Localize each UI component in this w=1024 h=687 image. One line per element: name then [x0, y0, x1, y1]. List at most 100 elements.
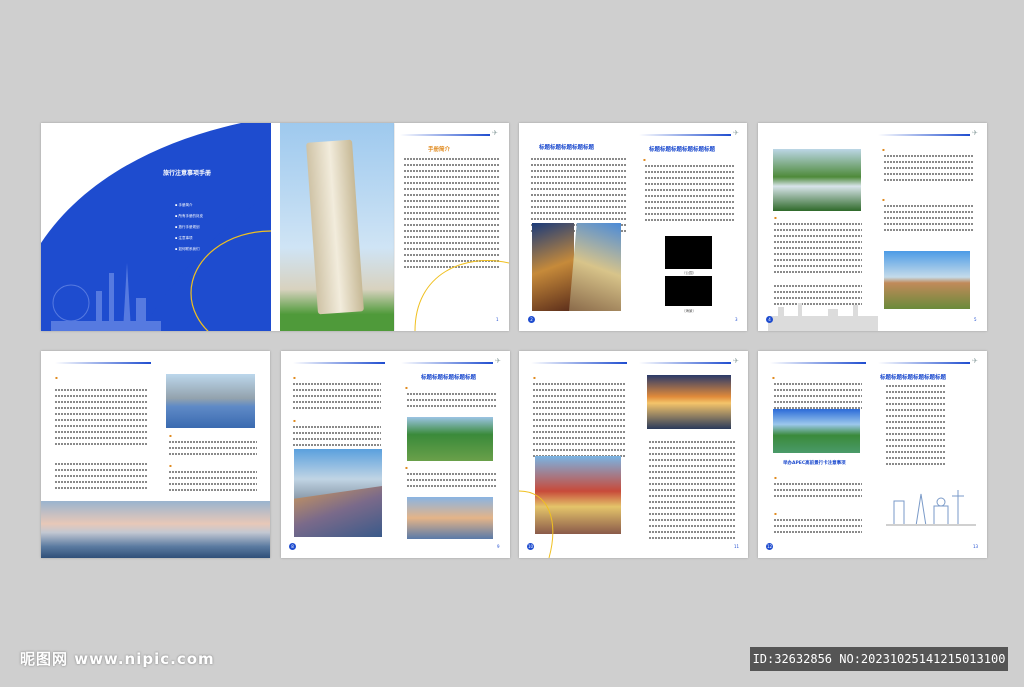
- header-rule: [639, 362, 731, 364]
- apec-title: 举办APEC高前景行卡注意事项: [783, 461, 846, 466]
- sunset-lake-photo: [647, 375, 731, 429]
- body-text: [169, 441, 257, 459]
- watermark-id: ID:32632856 NO:20231025141215013100: [750, 647, 1008, 671]
- watermark-site: 昵图网 www.nipic.com: [20, 650, 215, 668]
- image-placeholder: [665, 276, 712, 306]
- page-number: 1: [496, 317, 499, 322]
- waterfall-photo: [773, 149, 861, 211]
- body-text: [774, 223, 862, 277]
- page-number: 11: [734, 544, 740, 549]
- sub-heading: ▪: [169, 463, 172, 468]
- sub-heading: ▪: [293, 375, 296, 380]
- building-photo: [569, 223, 621, 311]
- cover-menu-item: ▪ 注意事项: [175, 236, 193, 240]
- cover-art: [41, 123, 271, 331]
- page-number: 3: [735, 317, 738, 322]
- plane-icon: ✈: [495, 357, 501, 365]
- cover-title: 旅行注意事项手册: [163, 170, 212, 177]
- decor-arc: [414, 260, 509, 331]
- spread-2: 标题标题标题标题标题 2 ✈ 标题标题标题标题标题标题 ▪ （公园） （海景） …: [519, 123, 747, 331]
- spread-cover: 旅行注意事项手册 ▪ 手册简介 ▪ 所有手册的封皮 ▪ 旅行手册规划 ▪ 注意事…: [41, 123, 395, 331]
- spread-5: ▪ ▪ 8 ✈ 标题标题标题标题标题 ▪ ▪ 9: [281, 351, 510, 558]
- green-lake-photo: [773, 409, 860, 453]
- sub-heading: ▪: [643, 157, 646, 162]
- skyline-decor: [768, 303, 878, 331]
- plane-icon: ✈: [972, 129, 978, 137]
- sub-heading: ▪: [882, 147, 885, 152]
- header-rule: [770, 362, 866, 364]
- body-text: [407, 473, 497, 491]
- ship-photo: [532, 223, 574, 311]
- cover-menu-item: ▪ 旅行手册规划: [175, 225, 200, 229]
- cover-menu-label: 注意事项: [178, 236, 193, 240]
- plane-icon: ✈: [972, 357, 978, 365]
- castle-photo: [884, 251, 970, 309]
- header-rule: [55, 362, 151, 364]
- page-number: 12: [766, 543, 773, 550]
- body-text: [884, 205, 974, 235]
- page-number: 13: [973, 544, 979, 549]
- sub-heading: ▪: [882, 197, 885, 202]
- header-rule: [401, 362, 493, 364]
- spread-3: ▪ 4 ✈ ▪ ▪ 5: [758, 123, 987, 331]
- cover-menu-item: ▪ 手册简介: [175, 203, 193, 207]
- sub-heading: ▪: [169, 433, 172, 438]
- sub-heading: ▪: [293, 418, 296, 423]
- pisa-tower-photo: [280, 123, 394, 331]
- sub-heading: ▪: [774, 511, 777, 516]
- section-title: 标题标题标题标题标题标题: [880, 375, 947, 381]
- body-text: [407, 393, 497, 411]
- sub-heading: ▪: [774, 215, 777, 220]
- header-rule: [639, 134, 731, 136]
- caption: （海景）: [682, 309, 696, 313]
- body-text: [649, 441, 735, 543]
- plane-icon: ✈: [733, 357, 739, 365]
- body-text: [55, 389, 147, 449]
- spread-intro-right: ✈ 手册简介 1: [395, 123, 509, 331]
- city-river-photo: [166, 374, 255, 428]
- page-number: 4: [766, 316, 773, 323]
- cover-menu: ▪ 手册简介 ▪ 所有手册的封皮 ▪ 旅行手册规划 ▪ 注意事项 ▪ 如何联系我…: [175, 203, 203, 258]
- page-number: 9: [497, 544, 500, 549]
- bridge-photo: [407, 497, 493, 539]
- sub-heading: ▪: [55, 375, 58, 380]
- body-text: [884, 155, 974, 185]
- section-title: 标题标题标题标题标题: [539, 145, 595, 151]
- body-text: [774, 483, 862, 501]
- spread-6: ▪ 10 ✈ 11: [519, 351, 748, 558]
- header-rule: [293, 362, 385, 364]
- section-title: 标题标题标题标题标题: [421, 375, 477, 381]
- cover-menu-label: 所有手册的封皮: [178, 214, 204, 218]
- sub-heading: ▪: [772, 375, 775, 380]
- sub-heading: ▪: [405, 465, 408, 470]
- cover-menu-item: ▪ 所有手册的封皮: [175, 214, 204, 218]
- landmarks-illustration: [886, 490, 976, 526]
- page-number: 10: [527, 543, 534, 550]
- plane-icon: ✈: [733, 129, 739, 137]
- spread-4: ▪ ▪ ▪: [41, 351, 270, 558]
- park-aerial-photo: [407, 417, 493, 461]
- image-placeholder: [665, 236, 712, 269]
- body-text: [774, 519, 862, 537]
- body-text: [55, 463, 147, 493]
- body-text: [645, 165, 735, 225]
- page-number: 8: [289, 543, 296, 550]
- body-text: [293, 383, 381, 413]
- body-text: [293, 426, 381, 450]
- page-number: 2: [528, 316, 535, 323]
- cover-page: 旅行注意事项手册 ▪ 手册简介 ▪ 所有手册的封皮 ▪ 旅行手册规划 ▪ 注意事…: [41, 123, 271, 331]
- list-text: [886, 385, 946, 469]
- page-number: 5: [974, 317, 977, 322]
- section-title: 标题标题标题标题标题标题: [649, 147, 716, 153]
- cover-menu-item: ▪ 如何联系我们: [175, 247, 200, 251]
- header-rule: [878, 362, 970, 364]
- body-text: [169, 471, 257, 495]
- sydney-skyline-photo: [41, 501, 270, 558]
- sub-heading: ▪: [405, 385, 408, 390]
- sub-heading: ▪: [774, 475, 777, 480]
- cover-menu-label: 如何联系我们: [178, 247, 200, 251]
- intro-page: [280, 123, 395, 331]
- cover-menu-label: 手册简介: [178, 203, 193, 207]
- cover-menu-label: 旅行手册规划: [178, 225, 200, 229]
- header-rule: [878, 134, 970, 136]
